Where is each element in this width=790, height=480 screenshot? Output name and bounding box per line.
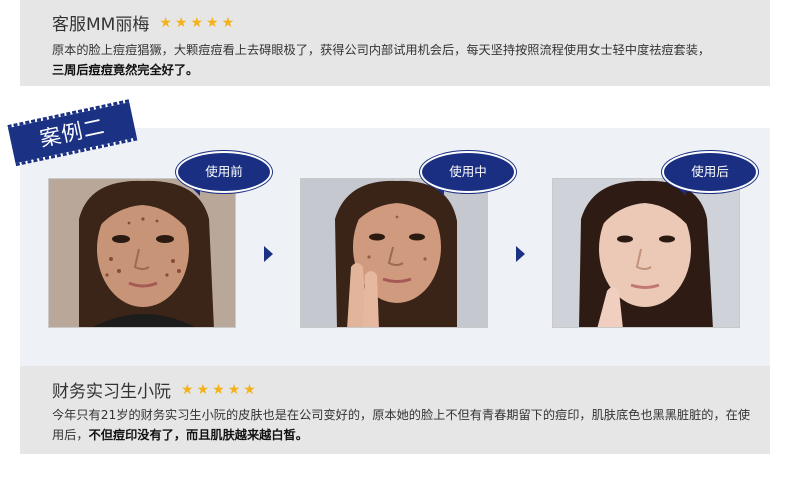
stage-badge-before: 使用前 — [176, 151, 272, 193]
face-photo-during — [301, 179, 487, 327]
testimonial-text-highlight: 不但痘印没有了，而且肌肤越来越白皙。 — [88, 428, 308, 442]
panel-pointer — [76, 354, 100, 366]
arrow-right-icon — [516, 246, 525, 262]
star-icon: ★ — [159, 14, 172, 31]
face-photo-after — [553, 179, 739, 327]
stage-badge-after: 使用后 — [662, 151, 758, 193]
testimonial-title: 客服MM丽梅 ★ ★ ★ ★ ★ — [52, 10, 234, 35]
testimonial-text-body: 原本的脸上痘痘猖獗，大颗痘痘看上去碍眼极了，获得公司内部试用机会后，每天坚持按照… — [52, 43, 711, 57]
arrow-right-icon — [264, 246, 273, 262]
testimonial-text: 原本的脸上痘痘猖獗，大颗痘痘看上去碍眼极了，获得公司内部试用机会后，每天坚持按照… — [52, 40, 758, 80]
star-icon: ★ — [196, 381, 210, 398]
star-icon: ★ — [206, 14, 219, 31]
rating-stars: ★ ★ ★ ★ ★ — [159, 16, 234, 30]
testimonial-text: 今年只有21岁的财务实习生小阮的皮肤也是在公司变好的，原本她的脸上不但有青春期留… — [52, 405, 758, 445]
star-icon: ★ — [174, 14, 188, 31]
rating-stars: ★ ★ ★ ★ ★ — [181, 383, 256, 397]
star-icon: ★ — [243, 381, 256, 398]
testimonial-name: 客服MM丽梅 — [52, 15, 150, 35]
photo-during — [300, 178, 488, 328]
star-icon: ★ — [190, 14, 204, 31]
testimonial-text-highlight: 三周后痘痘竟然完全好了。 — [52, 63, 199, 77]
star-icon: ★ — [181, 381, 194, 398]
star-icon: ★ — [221, 14, 235, 31]
testimonial-card-bottom: 财务实习生小阮 ★ ★ ★ ★ ★ 今年只有21岁的财务实习生小阮的皮肤也是在公… — [20, 366, 770, 454]
stage-badge-during: 使用中 — [420, 151, 516, 193]
photo-after — [552, 178, 740, 328]
testimonial-title: 财务实习生小阮 ★ ★ ★ ★ ★ — [52, 377, 256, 402]
testimonial-card-top: 客服MM丽梅 ★ ★ ★ ★ ★ 原本的脸上痘痘猖獗，大颗痘痘看上去碍眼极了，获… — [20, 0, 770, 86]
star-icon: ★ — [227, 381, 241, 398]
star-icon: ★ — [212, 381, 225, 398]
testimonial-name: 财务实习生小阮 — [52, 382, 171, 402]
face-photo-before — [49, 179, 235, 327]
photo-before — [48, 178, 236, 328]
